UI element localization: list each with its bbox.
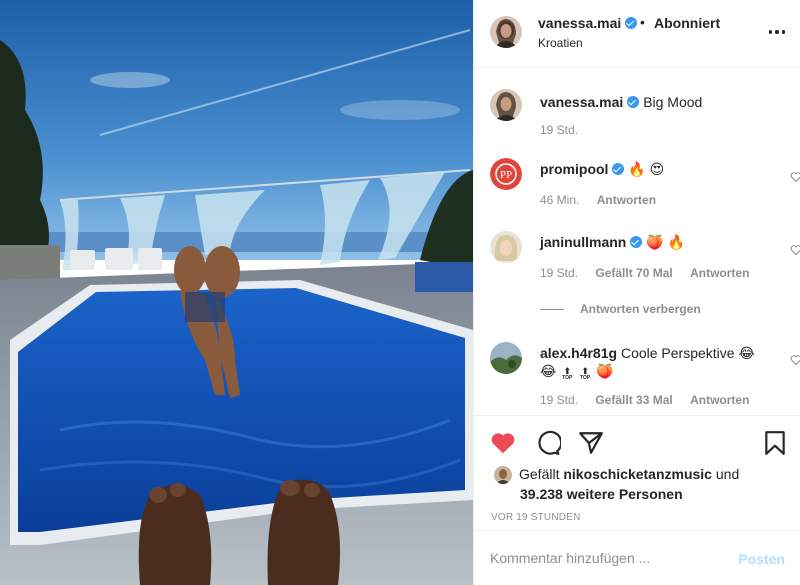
liker-username[interactable]: nikoschicketanzmusic bbox=[563, 466, 712, 482]
comments-list[interactable]: vanessa.mai Big Mood 19 Std. PP promipoo… bbox=[474, 69, 800, 414]
comment-username[interactable]: promipool bbox=[540, 161, 625, 177]
post-actions: Gefällt nikoschicketanzmusic und 39.238 … bbox=[474, 415, 800, 525]
bookmark-icon[interactable] bbox=[762, 430, 788, 456]
commenter-avatar[interactable]: PP bbox=[490, 158, 522, 190]
hide-replies-button[interactable]: Antworten verbergen bbox=[540, 302, 701, 316]
verified-badge-icon bbox=[625, 17, 638, 29]
separator-dot: • bbox=[640, 14, 645, 30]
comment-meta: 46 Min. Antworten bbox=[540, 193, 670, 207]
comment-text: promipool 🔥 😍 bbox=[540, 161, 665, 177]
commenter-avatar[interactable] bbox=[490, 342, 522, 374]
heart-filled-icon[interactable] bbox=[490, 430, 516, 456]
follow-state-button[interactable]: Abonniert bbox=[654, 15, 720, 31]
caption-text: vanessa.mai Big Mood bbox=[540, 94, 703, 110]
top-arrow-emoji-icon: TOP bbox=[578, 367, 592, 383]
author-username[interactable]: vanessa.mai bbox=[538, 15, 638, 31]
comment-input[interactable] bbox=[490, 547, 720, 569]
comment-username[interactable]: janinullmann bbox=[540, 234, 643, 250]
post-location[interactable]: Kroatien bbox=[538, 36, 583, 50]
post-header: vanessa.mai • Abonniert Kroatien bbox=[474, 0, 800, 68]
verified-badge-icon bbox=[630, 236, 643, 248]
verified-badge-icon bbox=[612, 163, 625, 175]
caption-avatar[interactable] bbox=[490, 89, 522, 121]
comment-time[interactable]: 19 Std. bbox=[540, 393, 578, 407]
author-avatar[interactable] bbox=[490, 16, 522, 48]
caption-username[interactable]: vanessa.mai bbox=[540, 94, 640, 110]
comment-text: janinullmann 🍑 🔥 bbox=[540, 234, 685, 250]
comment-likes[interactable]: Gefällt 33 Mal bbox=[595, 393, 672, 407]
commenter-avatar[interactable] bbox=[490, 231, 522, 263]
top-arrow-emoji-icon: TOP bbox=[560, 367, 574, 383]
comment-like-heart-icon[interactable] bbox=[790, 244, 800, 256]
comment-meta: 19 Std. Gefällt 70 Mal Antworten bbox=[540, 266, 763, 280]
add-comment-bar: Posten bbox=[474, 530, 800, 585]
reply-button[interactable]: Antworten bbox=[690, 266, 749, 280]
svg-text:PP: PP bbox=[500, 169, 512, 181]
comment-like-heart-icon[interactable] bbox=[790, 171, 800, 183]
comment-time[interactable]: 46 Min. bbox=[540, 193, 579, 207]
comment-username[interactable]: alex.h4r81g bbox=[540, 345, 617, 361]
post-timestamp[interactable]: VOR 19 STUNDEN bbox=[491, 512, 581, 523]
caption-time[interactable]: 19 Std. bbox=[540, 123, 578, 137]
comment-bubble-icon[interactable] bbox=[535, 430, 561, 456]
comment-meta: 19 Std. Gefällt 33 Mal Antworten bbox=[540, 393, 763, 407]
comment-text: alex.h4r81g Coole Perspektive 😂 😂 TOP TO… bbox=[540, 344, 765, 383]
caption-meta: 19 Std. bbox=[540, 123, 592, 137]
reply-button[interactable]: Antworten bbox=[597, 193, 656, 207]
reply-button[interactable]: Antworten bbox=[690, 393, 749, 407]
paper-plane-icon[interactable] bbox=[578, 430, 604, 456]
likes-line: Gefällt nikoschicketanzmusic und bbox=[519, 466, 740, 482]
verified-badge-icon bbox=[627, 96, 640, 108]
comment-like-heart-icon[interactable] bbox=[790, 354, 800, 366]
comment-time[interactable]: 19 Std. bbox=[540, 266, 578, 280]
post-comment-button[interactable]: Posten bbox=[738, 551, 785, 567]
likes-others-link[interactable]: 39.238 weitere Personen bbox=[520, 484, 683, 504]
comment-likes[interactable]: Gefällt 70 Mal bbox=[595, 266, 672, 280]
post-photo[interactable] bbox=[0, 0, 473, 585]
post-detail-panel: vanessa.mai • Abonniert Kroatien vanessa… bbox=[473, 0, 800, 585]
more-dots-icon[interactable] bbox=[769, 24, 785, 40]
liker-avatar[interactable] bbox=[494, 466, 512, 484]
